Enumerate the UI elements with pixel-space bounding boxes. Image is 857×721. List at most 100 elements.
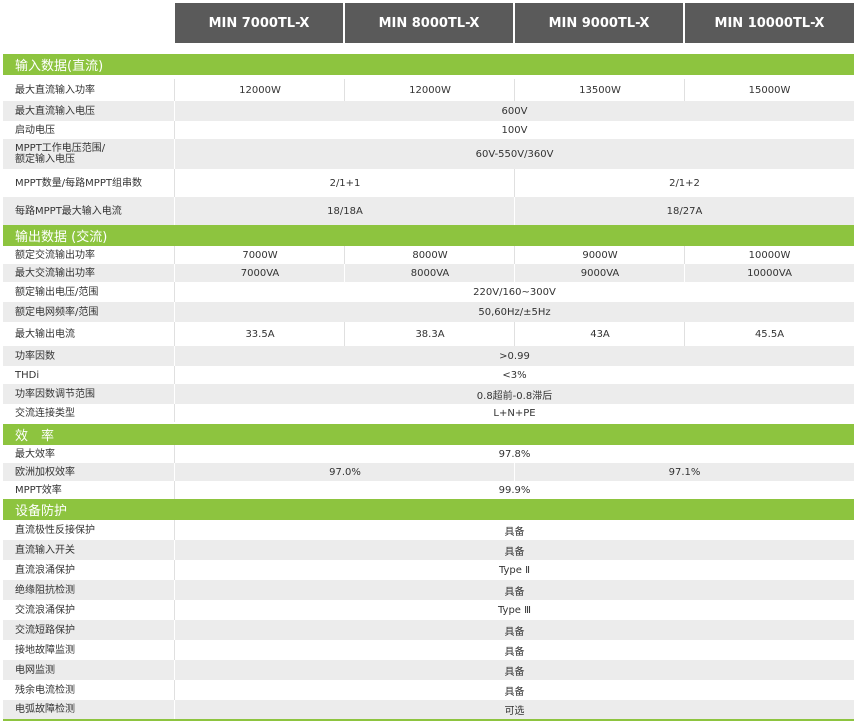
section-title: 设备防护 (3, 499, 854, 520)
row-label: 最大输出电流 (15, 328, 75, 340)
row-label: 功率因数调节范围 (15, 388, 95, 400)
row-value: 具备 (504, 686, 525, 698)
row-value: Type Ⅲ (497, 604, 532, 616)
row-value: 9000VA (580, 267, 620, 279)
row-label: 接地故障监测 (15, 644, 75, 656)
column-divider (174, 540, 175, 560)
column-divider (174, 282, 175, 302)
column-divider (174, 640, 175, 660)
row-value: 可选 (504, 706, 525, 717)
row-value: L+N+PE (493, 407, 536, 419)
column-divider (514, 169, 515, 197)
row-label: MPPT数量/每路MPPT组串数 (15, 177, 142, 189)
row-value: 具备 (504, 546, 525, 558)
table-row: 直流输入开关 具备 (3, 540, 854, 560)
row-value: 9000W (582, 249, 618, 261)
table-row: 绝缘阻抗检测 具备 (3, 580, 854, 600)
row-value: 97.8% (498, 448, 531, 460)
column-divider (174, 445, 175, 463)
row-label: 绝缘阻抗检测 (15, 584, 75, 596)
row-label: 交流浪涌保护 (15, 604, 75, 616)
column-divider (344, 322, 345, 346)
column-divider (684, 246, 685, 264)
column-divider (174, 680, 175, 700)
column-divider (174, 481, 175, 499)
column-divider (174, 620, 175, 640)
row-value: <3% (502, 369, 527, 381)
row-value: 100V (501, 124, 528, 136)
table-row: 直流浪涌保护 Type Ⅱ (3, 560, 854, 580)
row-value: 97.1% (668, 466, 701, 478)
table-row: 交流浪涌保护 Type Ⅲ (3, 600, 854, 620)
column-divider (174, 660, 175, 680)
table-row: 启动电压 100V (3, 121, 854, 139)
table-row: 最大直流输入电压 600V (3, 101, 854, 121)
section-title: 输入数据(直流) (3, 54, 854, 75)
row-label: MPPT工作电压范围/ 额定输入电压 (15, 143, 106, 165)
row-label: 启动电压 (15, 124, 55, 136)
column-divider (174, 139, 175, 169)
column-divider (344, 79, 345, 101)
row-value: 12000W (409, 84, 451, 96)
row-value: 0.8超前-0.8滞后 (476, 390, 553, 402)
column-divider (174, 264, 175, 282)
row-value: 7000VA (240, 267, 280, 279)
column-divider (174, 197, 175, 225)
row-value: 97.0% (329, 466, 361, 478)
column-divider (174, 600, 175, 620)
row-label: 额定电网频率/范围 (15, 306, 99, 318)
table-row: 额定输出电压/范围 220V/160~300V (3, 282, 854, 302)
row-label: THDi (15, 369, 40, 381)
row-label: 直流浪涌保护 (15, 564, 75, 576)
row-value: 33.5A (245, 328, 275, 340)
row-value: 具备 (504, 526, 525, 538)
row-label: 功率因数 (15, 350, 55, 362)
row-value: 10000W (748, 249, 791, 261)
column-divider (174, 520, 175, 540)
row-label: 欧洲加权效率 (15, 466, 75, 478)
column-divider (174, 101, 175, 121)
row-value: 50,60Hz/±5Hz (478, 306, 551, 318)
row-label: 交流连接类型 (15, 407, 75, 419)
model-header-2: MIN 8000TL-X (345, 3, 513, 43)
table-row: 额定交流输出功率 7000W 8000W 9000W 10000W (3, 246, 854, 264)
row-value: 18/18A (327, 205, 363, 217)
row-value: 2/1+1 (329, 177, 361, 189)
row-value: 18/27A (666, 205, 703, 217)
table-row: 直流极性反接保护 具备 (3, 520, 854, 540)
row-value: 具备 (504, 666, 525, 678)
column-divider (684, 79, 685, 101)
column-divider (174, 246, 175, 264)
table-row: 最大效率 97.8% (3, 445, 854, 463)
table-row: 电网监测 具备 (3, 660, 854, 680)
table-row: MPPT工作电压范围/ 额定输入电压 60V-550V/360V (3, 139, 854, 169)
section-title: 效 率 (3, 424, 854, 445)
column-divider (174, 700, 175, 719)
row-label: 残余电流检测 (15, 684, 75, 696)
column-divider (174, 322, 175, 346)
row-label: 额定输出电压/范围 (15, 286, 99, 298)
row-label: 最大直流输入功率 (15, 84, 95, 96)
table-row: 最大输出电流 33.5A 38.3A 43A 45.5A (3, 322, 854, 346)
table-row: 功率因数调节范围 0.8超前-0.8滞后 (3, 384, 854, 404)
column-divider (174, 463, 175, 481)
table-row: 欧洲加权效率 97.0% 97.1% (3, 463, 854, 481)
row-value: 43A (590, 328, 610, 340)
row-value: 具备 (504, 626, 525, 638)
row-value: 8000W (412, 249, 448, 261)
row-value: 220V/160~300V (473, 286, 556, 298)
row-value: 600V (501, 105, 528, 117)
table-row: 每路MPPT最大输入电流 18/18A 18/27A (3, 197, 854, 225)
row-label: 最大交流输出功率 (15, 267, 95, 279)
row-label: 额定交流输出功率 (15, 249, 95, 261)
row-value: 15000W (748, 84, 791, 96)
column-divider (174, 384, 175, 404)
row-value: 12000W (239, 84, 281, 96)
column-divider (174, 560, 175, 580)
row-value: 具备 (504, 646, 525, 658)
table-row: MPPT数量/每路MPPT组串数 2/1+1 2/1+2 (3, 169, 854, 197)
table-row: MPPT效率 99.9% (3, 481, 854, 499)
row-label: 直流极性反接保护 (15, 524, 95, 536)
row-value: 10000VA (747, 267, 792, 279)
column-divider (684, 264, 685, 282)
